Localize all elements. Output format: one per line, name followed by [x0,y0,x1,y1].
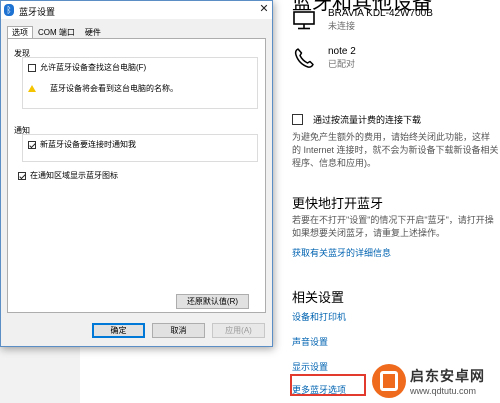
notify-new-device-checkbox[interactable]: 新蓝牙设备要连接时通知我 [28,139,136,150]
device-status: 未连接 [328,21,356,31]
quick-open-desc-line2: 如果想要关闭蓝牙，请重复上述操作。 [292,228,446,238]
sound-settings-link[interactable]: 声音设置 [292,335,328,348]
highlight-box [290,374,366,396]
quick-open-desc-line1: 若要在不打开"设置"的情况下开启"蓝牙"，请打开操 [292,215,494,225]
allow-discovery-checkbox[interactable]: 允许蓝牙设备查找这台电脑(F) [28,62,146,73]
cancel-button[interactable]: 取消 [152,323,205,338]
warning-text: 蓝牙设备将会看到这台电脑的名称。 [50,84,178,93]
checkbox-box[interactable] [28,140,36,149]
dialog-title: 蓝牙设置 [19,7,56,17]
device-name: BRAVIA KDL-42W700B [328,8,433,19]
metered-download-checkbox[interactable]: 通过按流量计费的连接下载 [292,113,421,126]
checkbox-box[interactable] [28,63,36,72]
checkbox-box[interactable] [292,114,303,125]
ok-button[interactable]: 确定 [92,323,145,338]
show-tray-icon-checkbox[interactable]: 在通知区域显示蓝牙图标 [18,170,118,181]
bluetooth-settings-page: 蓝牙和其他设备 BRAVIA KDL-42W700B 未连接 note 2 已配… [280,0,500,403]
watermark-title: 启东安卓网 [410,368,485,384]
allow-discovery-label: 允许蓝牙设备查找这台电脑(F) [40,63,147,72]
monitor-icon [292,8,318,34]
close-button[interactable]: ✕ [257,2,271,17]
related-settings-title: 相关设置 [292,290,345,305]
discovery-warning: 蓝牙设备将会看到这台电脑的名称。 [28,83,178,94]
device-status: 已配对 [328,59,356,69]
restore-defaults-button[interactable]: 还原默认值(R) [176,294,249,309]
bluetooth-icon: ᛒ [4,4,14,16]
watermark-logo [372,364,406,398]
bluetooth-settings-dialog: ᛒ 蓝牙设置 ✕ 选项 COM 端口 硬件 发现 允许蓝牙设备查找这台电脑(F)… [0,0,273,347]
metered-desc-line2: 的 Internet 连接时，就不会为新设备下载新设备相关 [292,145,499,155]
device-item-note2[interactable]: note 2 已配对 [292,46,356,72]
checkbox-box[interactable] [18,171,26,180]
device-item-bravia[interactable]: BRAVIA KDL-42W700B 未连接 [292,8,433,34]
metered-desc-line3: 程序、信息和应用)。 [292,158,376,168]
learn-more-link[interactable]: 获取有关蓝牙的详细信息 [292,246,391,259]
dialog-titlebar[interactable]: ᛒ 蓝牙设置 ✕ [1,1,272,19]
device-name: note 2 [328,46,356,57]
warning-icon [28,85,36,92]
options-panel: 发现 允许蓝牙设备查找这台电脑(F) 蓝牙设备将会看到这台电脑的名称。 通知 新… [7,38,266,313]
watermark: 启东安卓网 www.qdtutu.com [372,362,500,403]
quick-open-title: 更快地打开蓝牙 [292,196,384,211]
metered-desc-line1: 为避免产生额外的费用，请始终关闭此功能，这样 [292,132,491,142]
show-tray-icon-label: 在通知区域显示蓝牙图标 [30,171,118,180]
apply-button[interactable]: 应用(A) [212,323,265,338]
display-settings-link[interactable]: 显示设置 [292,360,328,373]
watermark-url: www.qdtutu.com [410,386,477,396]
metered-download-label: 通过按流量计费的连接下载 [313,115,422,125]
devices-printers-link[interactable]: 设备和打印机 [292,310,346,323]
notify-new-device-label: 新蓝牙设备要连接时通知我 [40,140,136,149]
phone-icon [292,46,318,72]
